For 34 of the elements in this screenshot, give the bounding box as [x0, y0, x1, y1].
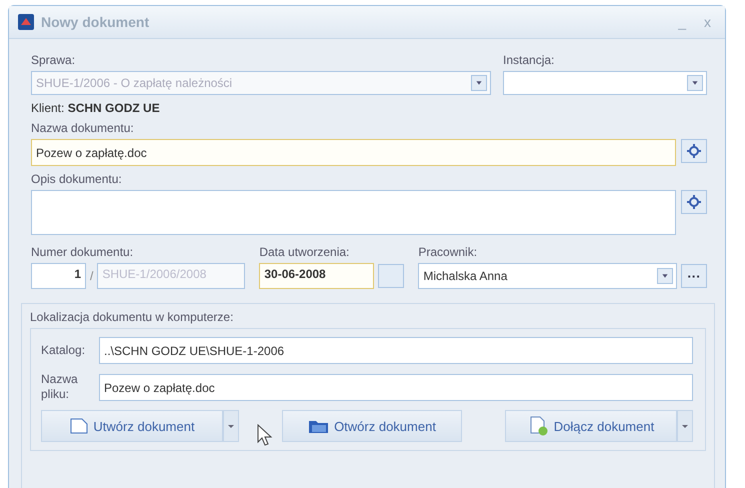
field-label: Katalog: — [41, 343, 86, 358]
action-button[interactable]: Dołącz dokument — [505, 410, 677, 442]
target-button[interactable] — [681, 190, 707, 214]
number-suffix-field: SHUE-1/2006/2008 — [97, 263, 246, 289]
action-button[interactable]: Utwórz dokument — [41, 410, 223, 442]
action-button[interactable]: Otwórz dokument — [282, 410, 462, 442]
field-label: Nazwa dokumentu: — [31, 121, 135, 135]
field-label: Sprawa: — [31, 53, 76, 67]
mouse-pointer-icon — [257, 424, 273, 446]
field-label: Opis dokumentu: — [31, 172, 123, 186]
group-title: Lokalizacja dokumentu w komputerze: — [30, 310, 234, 324]
field-label: Instancja: — [503, 53, 556, 67]
document-add-icon — [528, 416, 550, 436]
app-icon — [17, 13, 35, 31]
client-name: SCHN GODZ UE — [68, 101, 160, 115]
path-field[interactable]: ..\SCHN GODZ UE\SHUE-1-2006 — [99, 337, 693, 364]
client-label: Klient: — [31, 101, 64, 115]
document-name-field[interactable]: Pozew o zapłatę.doc — [31, 139, 676, 166]
window-title: Nowy dokument — [41, 14, 150, 30]
field-label: Nazwa pliku: — [41, 372, 79, 402]
document-icon — [69, 417, 90, 435]
employee-dropdown[interactable]: Michalska Anna — [418, 263, 677, 289]
field-label: Numer dokumentu: — [31, 245, 134, 259]
separator: / — [90, 269, 94, 283]
document-description-field[interactable] — [31, 190, 676, 235]
path-field[interactable]: Pozew o zapłatę.doc — [99, 374, 693, 400]
field-label: Pracownik: — [418, 245, 478, 259]
crosshair-icon — [687, 144, 701, 158]
field-label: Data utworzenia: — [259, 245, 350, 259]
number-field[interactable]: 1 — [31, 263, 86, 289]
more-button[interactable]: ··· — [681, 264, 707, 288]
target-button[interactable] — [681, 139, 707, 163]
crosshair-icon — [687, 195, 701, 209]
date-field[interactable]: 30-06-2008 — [259, 263, 374, 289]
